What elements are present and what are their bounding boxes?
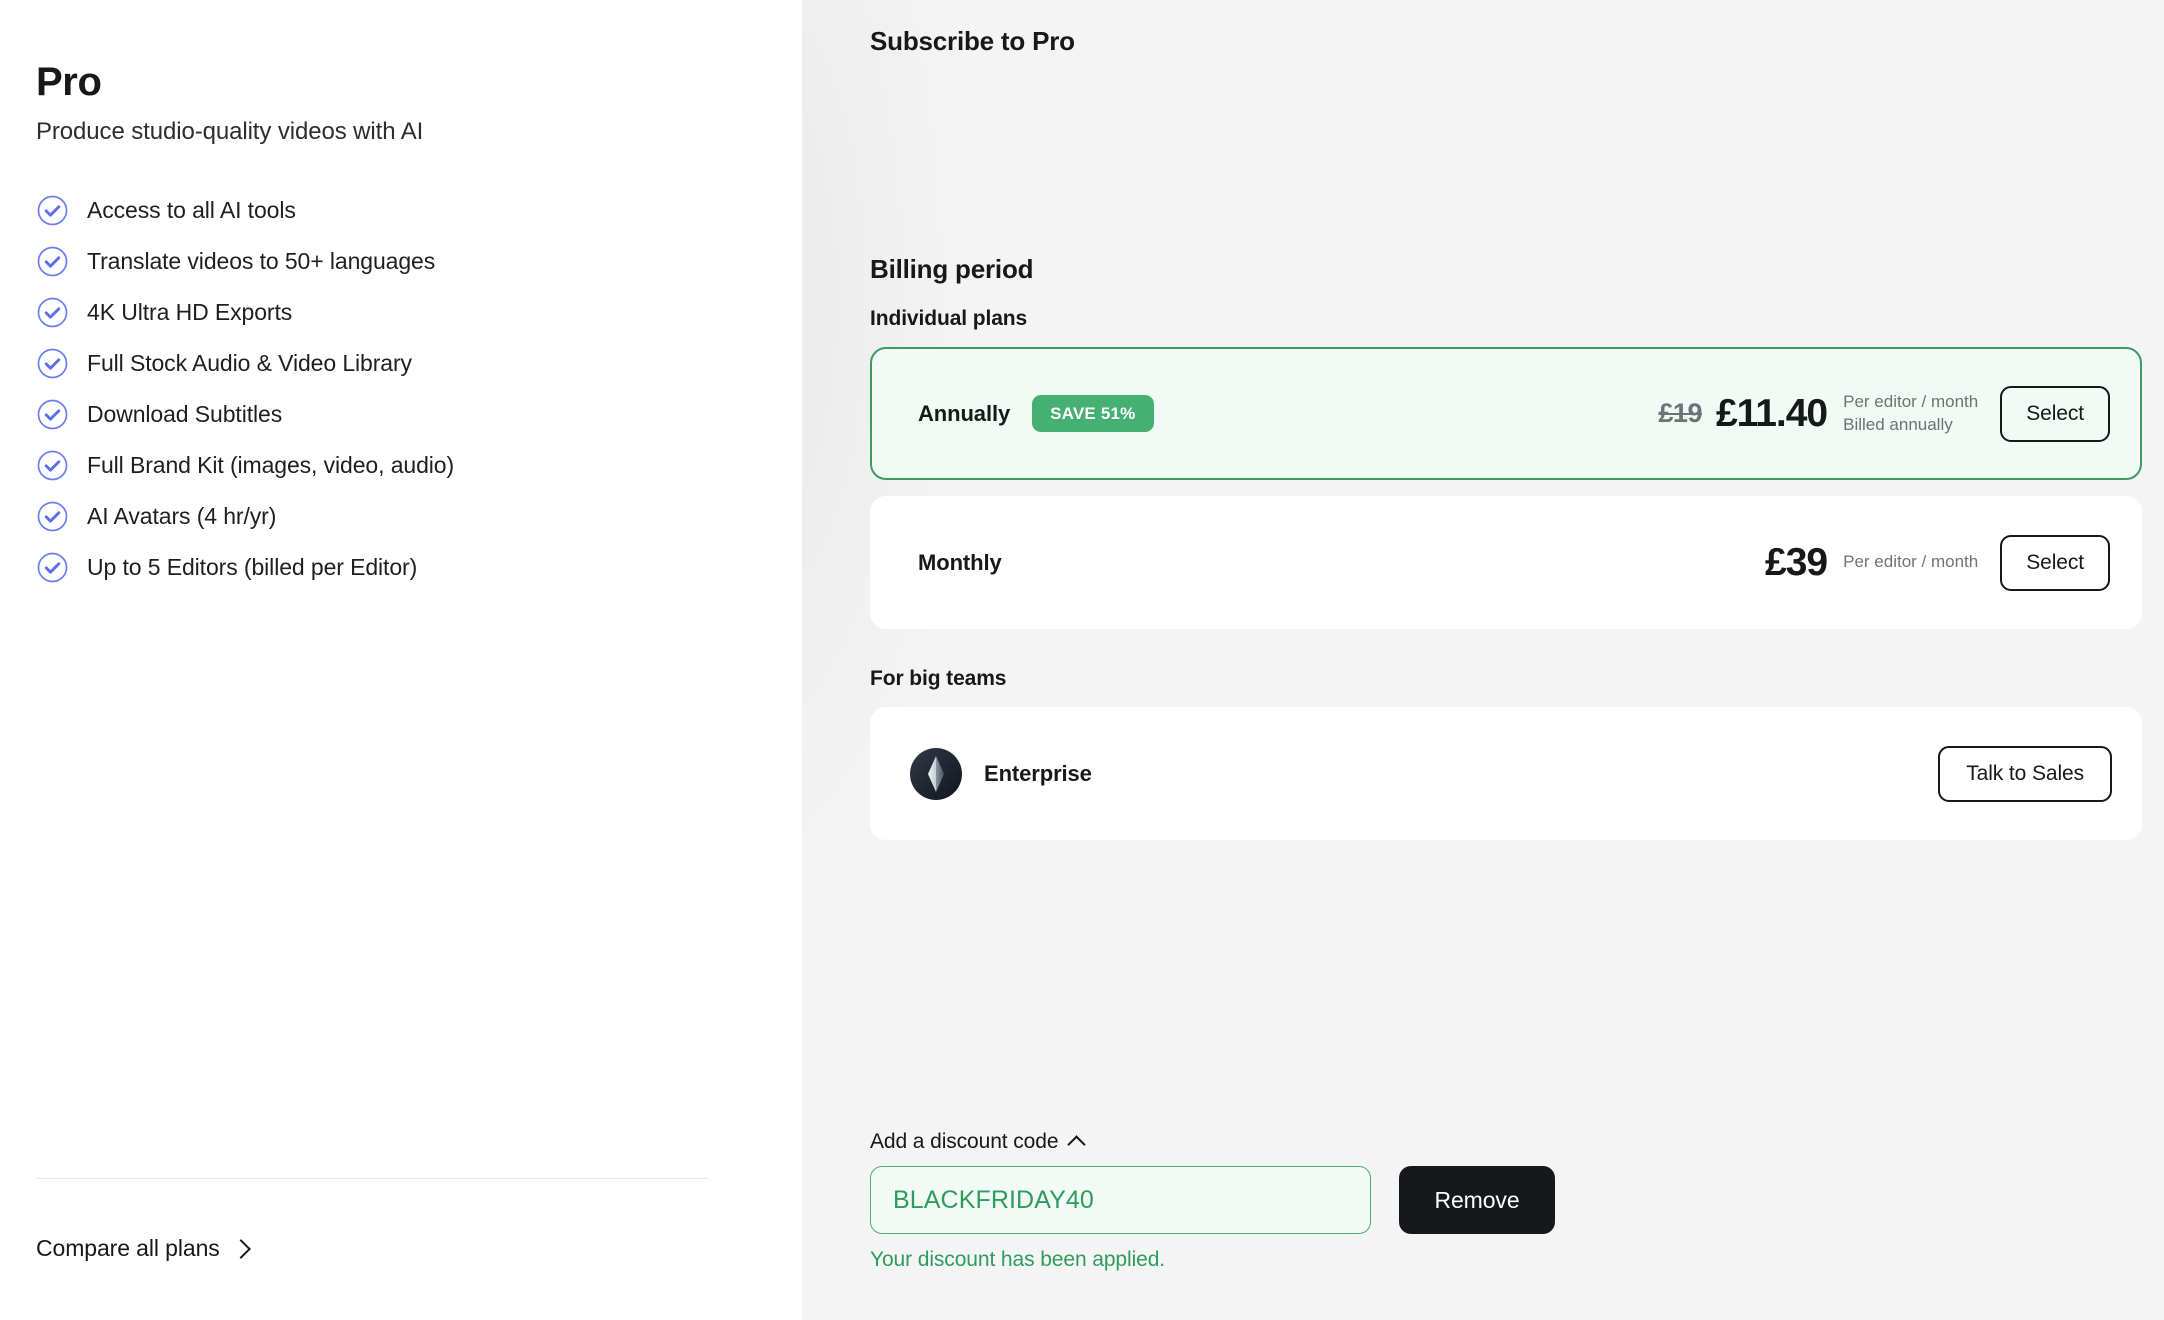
plan-card-enterprise[interactable]: Enterprise Talk to Sales [870, 707, 2142, 840]
billing-period-section: Billing period Individual plans Annually… [870, 254, 2142, 840]
check-circle-icon [36, 245, 69, 278]
list-item: Full Brand Kit (images, video, audio) [36, 449, 766, 482]
enterprise-left: Enterprise [910, 747, 1092, 800]
plan-card-right: £19 £11.40 Per editor / month Billed ann… [1658, 385, 2110, 442]
price-meta: Per editor / month [1843, 551, 1978, 573]
feature-label: Download Subtitles [87, 400, 283, 427]
list-item: Access to all AI tools [36, 194, 766, 227]
discount-code-input[interactable] [870, 1166, 1371, 1234]
plan-card-monthly[interactable]: Monthly £39 Per editor / month Select [870, 496, 2142, 629]
feature-label: Access to all AI tools [87, 196, 296, 223]
feature-label: 4K Ultra HD Exports [87, 298, 293, 325]
check-circle-icon [36, 500, 69, 533]
feature-label: Up to 5 Editors (billed per Editor) [87, 553, 418, 580]
select-button-annually[interactable]: Select [2000, 385, 2110, 442]
discount-toggle-label: Add a discount code [870, 1130, 1059, 1153]
checkout-panel: Subscribe to Pro Billing period Individu… [802, 0, 2164, 1320]
feature-label: Full Brand Kit (images, video, audio) [87, 451, 455, 478]
list-item: Translate videos to 50+ languages [36, 245, 766, 278]
discount-status-message: Your discount has been applied. [870, 1248, 1166, 1271]
page-title: Pro [36, 60, 102, 104]
compare-all-plans-link[interactable]: Compare all plans [36, 1179, 251, 1262]
price-original: £19 [1658, 398, 1702, 428]
list-item: Up to 5 Editors (billed per Editor) [36, 551, 766, 584]
price-meta: Per editor / month Billed annually [1843, 391, 1978, 435]
price-meta-line-2: Billed annually [1843, 414, 1953, 434]
individual-plans-heading: Individual plans [870, 307, 1028, 330]
status-badge: SAVE 51% [1032, 395, 1154, 432]
plan-details-panel: Pro Produce studio-quality videos with A… [0, 0, 802, 1320]
list-item: AI Avatars (4 hr/yr) [36, 500, 766, 533]
list-item: Full Stock Audio & Video Library [36, 347, 766, 380]
plan-card-left: Monthly [918, 550, 1765, 576]
billing-period-heading: Billing period [870, 254, 1034, 284]
discount-code-section: Add a discount code Remove Your discount… [870, 1130, 1570, 1272]
plan-card-right: £39 Per editor / month Select [1765, 534, 2110, 591]
price-current: £11.40 [1715, 391, 1828, 435]
check-circle-icon [36, 347, 69, 380]
list-item: 4K Ultra HD Exports [36, 296, 766, 329]
subscription-modal: Pro Produce studio-quality videos with A… [0, 0, 2164, 1320]
list-item: Download Subtitles [36, 398, 766, 431]
discount-toggle[interactable]: Add a discount code [870, 1130, 1087, 1154]
check-circle-icon [36, 551, 69, 584]
compare-all-plans-label: Compare all plans [36, 1235, 220, 1261]
check-circle-icon [36, 296, 69, 329]
check-circle-icon [36, 398, 69, 431]
check-circle-icon [36, 449, 69, 482]
gem-diamond-logo-icon [910, 747, 962, 800]
check-circle-icon [36, 194, 69, 227]
remove-discount-button[interactable]: Remove [1399, 1166, 1555, 1234]
big-teams-heading: For big teams [870, 667, 1007, 690]
plan-subtitle: Produce studio-quality videos with AI [36, 118, 424, 145]
discount-row: Remove [870, 1166, 1570, 1234]
select-button-monthly[interactable]: Select [2000, 534, 2110, 591]
plan-name: Monthly [918, 549, 1002, 575]
chevron-up-icon [1067, 1135, 1087, 1154]
chevron-right-icon [230, 1239, 251, 1259]
plan-card-annually[interactable]: Annually SAVE 51% £19 £11.40 Per editor … [870, 347, 2142, 480]
plan-card-left: Annually SAVE 51% [918, 395, 1658, 432]
price-meta-line-1: Per editor / month [1843, 552, 1979, 572]
feature-list: Access to all AI tools Translate videos … [36, 194, 766, 584]
enterprise-name: Enterprise [984, 760, 1092, 786]
price-meta-line-1: Per editor / month [1843, 392, 1979, 412]
subscribe-title: Subscribe to Pro [870, 26, 1075, 56]
plan-name: Annually [918, 400, 1011, 426]
talk-to-sales-button[interactable]: Talk to Sales [1938, 745, 2112, 802]
price-current: £39 [1765, 540, 1828, 584]
feature-label: Translate videos to 50+ languages [87, 247, 436, 274]
feature-label: AI Avatars (4 hr/yr) [87, 502, 277, 529]
feature-label: Full Stock Audio & Video Library [87, 349, 412, 376]
